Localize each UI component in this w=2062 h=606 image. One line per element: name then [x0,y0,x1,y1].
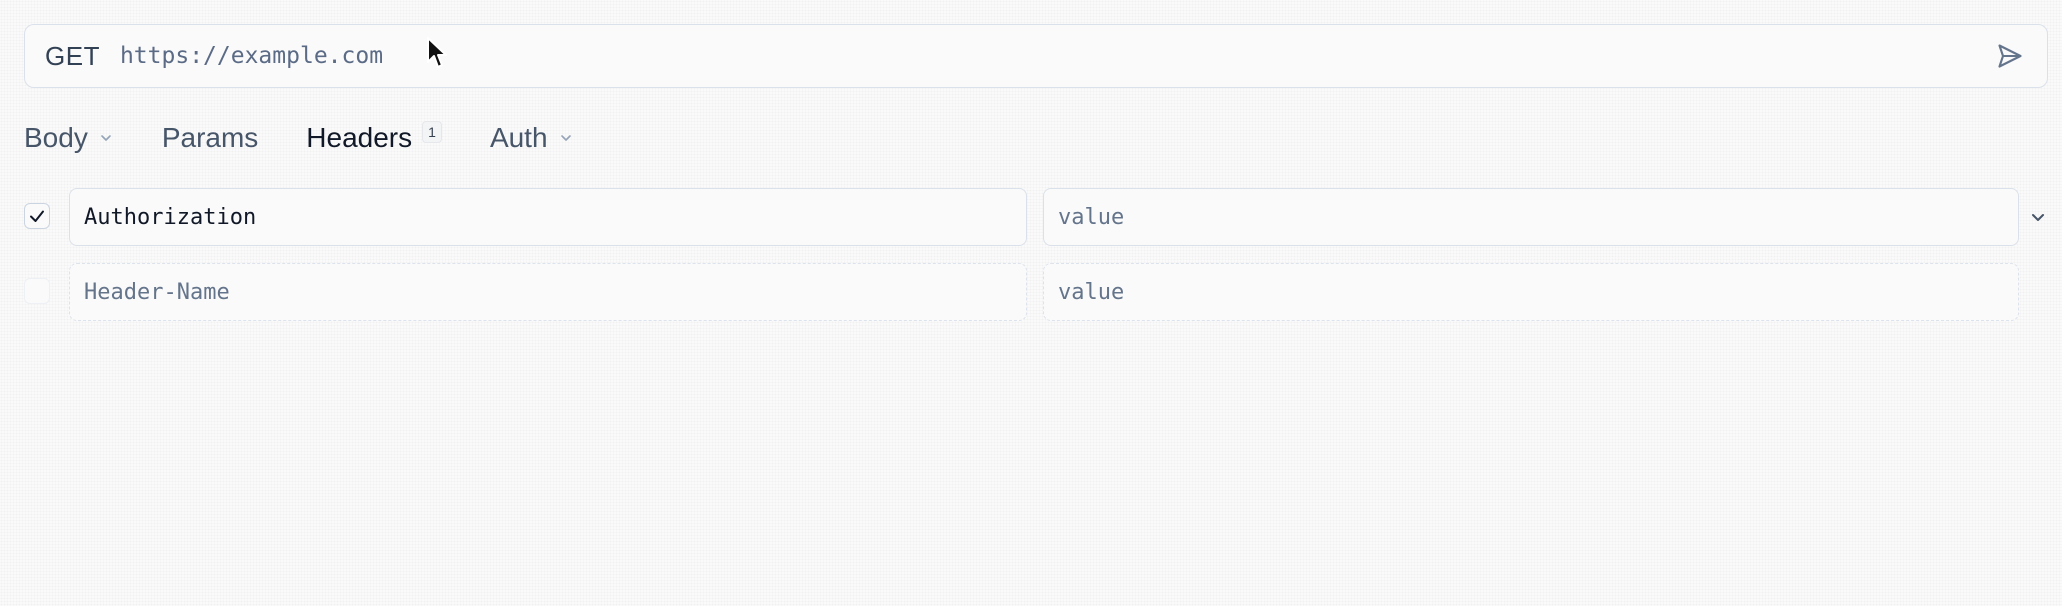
chevron-down-icon[interactable] [2027,206,2049,228]
url-bar: GET [24,24,2048,88]
method-selector[interactable]: GET [45,41,100,72]
header-name-field[interactable]: Header-Name [69,263,1027,321]
tab-headers[interactable]: Headers 1 [306,121,442,154]
header-row: Authorization value [24,188,2048,246]
request-tabs: Body Params Headers 1 Auth [24,116,622,160]
check-icon [30,210,44,222]
tab-params[interactable]: Params [162,122,258,154]
header-name-value: Authorization [84,204,257,230]
tab-body[interactable]: Body [24,122,114,154]
url-input[interactable] [119,43,1880,69]
tab-body-label: Body [24,122,88,153]
header-value-field[interactable]: value [1043,263,2019,321]
chevron-down-icon [101,135,111,141]
header-name-placeholder: Header-Name [84,279,230,305]
header-value-placeholder: value [1058,279,1125,305]
tab-auth[interactable]: Auth [490,122,574,154]
header-row-new: Header-Name value [24,263,2048,321]
header-enabled-checkbox[interactable] [24,278,50,304]
header-name-field[interactable]: Authorization [69,188,1027,246]
header-value-field[interactable]: value [1043,188,2019,246]
header-enabled-checkbox[interactable] [24,203,50,229]
chevron-down-icon [560,135,571,141]
headers-count-badge: 1 [422,121,442,143]
header-value-placeholder: value [1058,204,1125,230]
mouse-pointer-icon [427,37,447,68]
tab-params-label: Params [161,122,259,153]
send-button[interactable] [1993,39,2027,73]
send-icon [1998,44,2022,68]
tab-auth-label: Auth [489,122,548,153]
tab-headers-label: Headers [306,122,413,153]
